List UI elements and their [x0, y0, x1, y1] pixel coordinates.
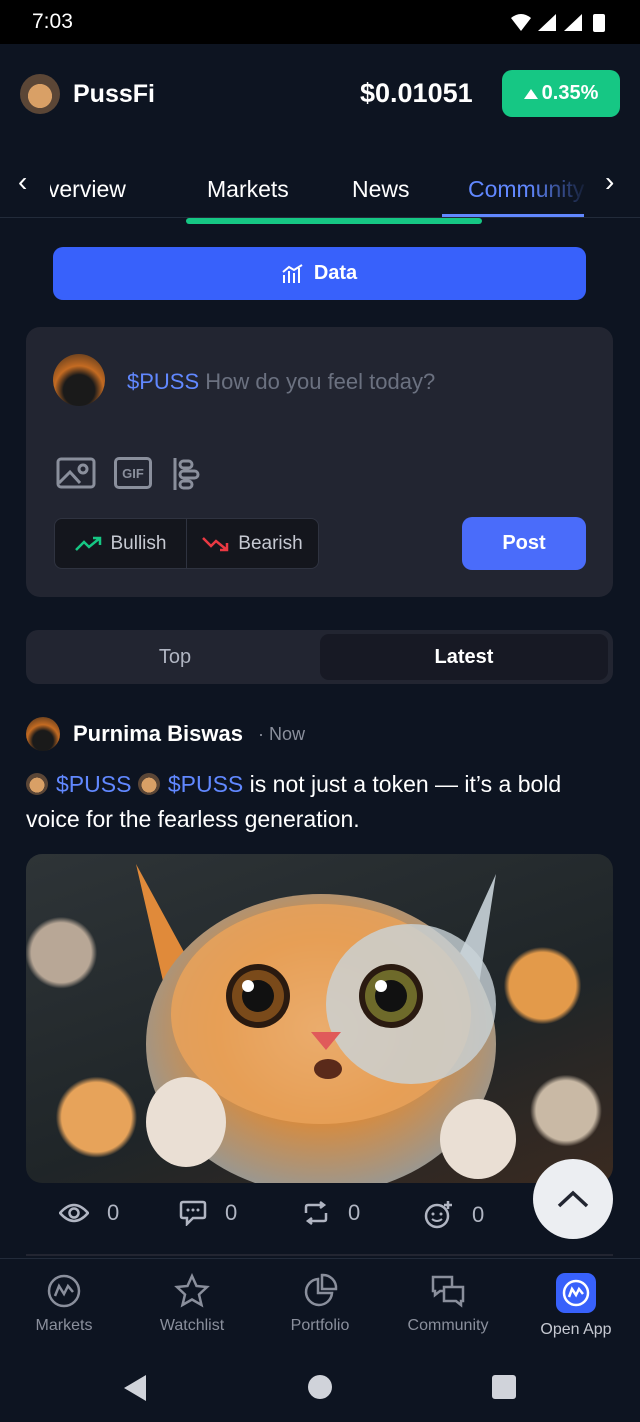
- bearish-label: Bearish: [238, 532, 303, 554]
- data-button-label: Data: [313, 262, 358, 284]
- tab-news[interactable]: News: [352, 176, 410, 203]
- post-divider: [26, 1254, 613, 1256]
- cat-emoji-icon: [26, 773, 48, 795]
- sentiment-selector: Bullish Bearish: [54, 518, 319, 569]
- composer-placeholder: How do you feel today?: [205, 369, 436, 394]
- home-icon[interactable]: [307, 1374, 333, 1400]
- nav-watchlist-label: Watchlist: [159, 1317, 225, 1334]
- coin-name: PussFi: [73, 80, 155, 108]
- coin-logo: [20, 74, 60, 114]
- feed-tab-top-label: Top: [158, 645, 192, 668]
- nav-community[interactable]: Community: [384, 1259, 512, 1357]
- reactions-count: 0: [472, 1202, 485, 1227]
- post-button[interactable]: Post: [462, 517, 586, 570]
- image-icon[interactable]: [56, 457, 96, 489]
- composer-tag: $PUSS: [127, 369, 200, 394]
- views-count: 0: [107, 1200, 120, 1225]
- comments-stat[interactable]: 0: [179, 1200, 237, 1226]
- post-tag-2[interactable]: $PUSS: [168, 771, 243, 797]
- user-avatar: [53, 354, 105, 406]
- nav-markets[interactable]: Markets: [0, 1259, 128, 1357]
- nav-watchlist[interactable]: Watchlist: [128, 1259, 256, 1357]
- post-body: $PUSS $PUSS is not just a token — it’s a…: [26, 767, 614, 837]
- cat-emoji-icon-2: [137, 773, 160, 795]
- signal-icon: [538, 14, 556, 31]
- nav-portfolio[interactable]: Portfolio: [256, 1259, 384, 1357]
- signal-icon-2: [564, 14, 582, 31]
- post-tag-1[interactable]: $PUSS: [56, 771, 131, 797]
- post-button-label: Post: [502, 532, 546, 554]
- gif-icon[interactable]: GIF: [114, 457, 152, 489]
- coin-price: $0.01051: [360, 78, 473, 108]
- nav-markets-label: Markets: [35, 1317, 93, 1334]
- nav-community-label: Community: [407, 1317, 489, 1334]
- composer-input[interactable]: $PUSS How do you feel today?: [127, 369, 435, 395]
- chevron-up-icon: [557, 1190, 589, 1208]
- trend-down-icon: [202, 536, 229, 551]
- price-change-value: 0.35%: [541, 82, 599, 104]
- data-button[interactable]: Data: [53, 247, 586, 300]
- nav-open-app[interactable]: Open App: [512, 1259, 640, 1357]
- feed-tab-latest[interactable]: Latest: [320, 634, 608, 680]
- app-logo-icon: [556, 1273, 596, 1313]
- sentiment-bar: [186, 218, 482, 224]
- bearish-button[interactable]: Bearish: [186, 519, 318, 568]
- post-image[interactable]: [26, 854, 613, 1183]
- price-change-badge: 0.35%: [502, 70, 620, 117]
- bullish-button[interactable]: Bullish: [55, 519, 186, 568]
- eye-icon: [59, 1203, 89, 1223]
- reposts-stat[interactable]: 0: [302, 1200, 360, 1226]
- views-stat[interactable]: 0: [59, 1200, 119, 1226]
- status-time: 7:03: [32, 10, 73, 33]
- comment-icon: [179, 1200, 207, 1226]
- tabs-fade: [530, 142, 590, 217]
- coin-tabs: ‹ Overview Markets News Community ›: [0, 142, 640, 218]
- comments-count: 0: [225, 1200, 238, 1225]
- post-time: · Now: [258, 724, 306, 744]
- bullish-label: Bullish: [110, 532, 167, 554]
- chevron-left-icon[interactable]: ‹: [18, 166, 27, 198]
- post-author-avatar[interactable]: [26, 717, 60, 751]
- feed-tab-latest-label: Latest: [434, 645, 494, 668]
- chat-bubbles-icon: [431, 1275, 465, 1308]
- feed-toggle: Top Latest: [26, 630, 613, 684]
- post-composer: $PUSS How do you feel today? GIF Bullish…: [26, 327, 613, 597]
- system-nav-bar: [0, 1356, 640, 1422]
- poll-icon[interactable]: [172, 457, 200, 491]
- star-icon: [174, 1273, 210, 1308]
- active-tab-indicator: [442, 214, 584, 217]
- scroll-to-top-button[interactable]: [533, 1159, 613, 1239]
- tabs-viewport: Overview Markets News Community: [50, 142, 590, 217]
- app-header: PussFi $0.01051 0.35%: [0, 44, 640, 142]
- bottom-nav: Markets Watchlist Portfolio Community Op…: [0, 1258, 640, 1356]
- add-reaction-icon: [424, 1201, 452, 1229]
- repost-icon: [304, 1201, 328, 1225]
- gif-label: GIF: [122, 465, 144, 481]
- reactions-stat[interactable]: 0: [424, 1200, 484, 1230]
- trend-up-icon: [74, 536, 101, 551]
- pie-chart-icon: [304, 1273, 338, 1307]
- status-bar: 7:03: [0, 0, 640, 44]
- feed-tab-top[interactable]: Top: [30, 634, 320, 680]
- post-author-name[interactable]: Purnima Biswas: [73, 721, 243, 747]
- status-icons: [511, 14, 605, 32]
- chevron-right-icon[interactable]: ›: [605, 166, 614, 198]
- tab-overview[interactable]: Overview: [50, 176, 126, 203]
- wifi-icon: [511, 14, 531, 31]
- tab-markets[interactable]: Markets: [207, 176, 289, 203]
- triangle-up-icon: [523, 88, 538, 99]
- bar-chart-icon: [282, 263, 303, 283]
- kitten-illustration: [136, 864, 516, 1183]
- nav-open-app-label: Open App: [540, 1321, 612, 1338]
- recents-icon[interactable]: [491, 1374, 517, 1400]
- back-icon[interactable]: [122, 1374, 148, 1402]
- markets-icon: [47, 1274, 81, 1308]
- nav-portfolio-label: Portfolio: [290, 1317, 350, 1334]
- reposts-count: 0: [348, 1200, 361, 1225]
- battery-icon: [593, 14, 605, 32]
